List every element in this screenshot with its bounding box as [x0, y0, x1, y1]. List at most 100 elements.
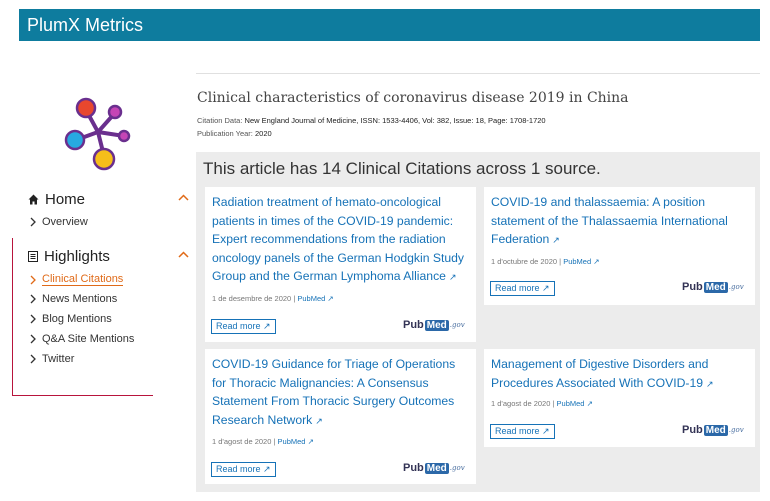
external-link-icon: ↗: [263, 321, 271, 331]
sidebar-item-clinical-citations[interactable]: Clinical Citations: [30, 273, 124, 286]
external-link-icon: ↗: [706, 378, 714, 389]
card-meta: 1 d'octubre de 2020 | PubMed ↗: [491, 257, 600, 266]
sidebar-section-home[interactable]: Home: [28, 191, 189, 208]
read-more-button[interactable]: Read more ↗: [490, 424, 555, 439]
pubmed-logo-gov: .gov: [449, 464, 465, 472]
card-title: COVID-19 and thalassaemia: A position st…: [491, 195, 728, 246]
highlights-icon: [28, 251, 38, 262]
sidebar-item-label: Clinical Citations: [42, 273, 124, 286]
pubmed-logo-med: Med: [424, 319, 449, 331]
chevron-right-icon: [30, 217, 36, 227]
card-date: 1 de desembre de 2020: [212, 294, 292, 303]
external-link-icon: ↗: [593, 257, 600, 266]
card-date: 1 d'agost de 2020: [491, 399, 551, 408]
pubmed-logo-med: Med: [703, 281, 728, 293]
citation-card: Management of Digestive Disorders and Pr…: [484, 349, 755, 447]
article-title: Clinical characteristics of coronavirus …: [197, 90, 629, 106]
panel-heading: This article has 14 Clinical Citations a…: [203, 159, 601, 178]
pubmed-logo-icon: Pub Med .gov: [682, 281, 744, 293]
pubmed-logo-gov: .gov: [728, 283, 744, 291]
pubyear-value: 2020: [254, 129, 272, 138]
chevron-right-icon: [30, 294, 36, 304]
chevron-right-icon: [30, 275, 36, 284]
chevron-right-icon: [30, 334, 36, 344]
citation-value: New England Journal of Medicine, ISSN: 1…: [244, 116, 546, 125]
card-title: Radiation treatment of hemato-oncologica…: [212, 195, 465, 283]
card-title-link[interactable]: COVID-19 Guidance for Triage of Operatio…: [212, 355, 470, 430]
top-bar: PlumX Metrics: [19, 9, 760, 41]
chevron-up-icon[interactable]: [178, 194, 189, 201]
card-title: Management of Digestive Disorders and Pr…: [491, 357, 709, 390]
sidebar-section-highlights[interactable]: Highlights: [28, 248, 189, 265]
card-title-link[interactable]: Radiation treatment of hemato-oncologica…: [212, 193, 470, 287]
chevron-right-icon: [30, 354, 36, 364]
card-source-link[interactable]: PubMed: [297, 294, 325, 303]
external-link-icon: ↗: [315, 415, 323, 426]
card-source-link[interactable]: PubMed: [557, 399, 585, 408]
card-source-link[interactable]: PubMed: [278, 437, 306, 446]
pubmed-logo-icon: Pub Med .gov: [682, 424, 744, 436]
external-link-icon: ↗: [542, 283, 550, 293]
sidebar-item-overview[interactable]: Overview: [30, 216, 88, 228]
sidebar-item-label: Q&A Site Mentions: [42, 333, 135, 345]
pubmed-logo-pub: Pub: [403, 462, 424, 474]
read-more-label: Read more: [495, 426, 540, 436]
sidebar-highlight-border-bottom: [12, 395, 153, 396]
citation-card: Radiation treatment of hemato-oncologica…: [205, 187, 476, 342]
chevron-up-icon[interactable]: [178, 251, 189, 258]
sidebar-item-label: Blog Mentions: [42, 313, 112, 325]
card-meta: 1 d'agost de 2020 | PubMed ↗: [212, 437, 314, 446]
sidebar-item-news-mentions[interactable]: News Mentions: [30, 293, 117, 305]
publication-year: Publication Year: 2020: [197, 129, 272, 138]
pubmed-logo-icon: Pub Med .gov: [403, 319, 465, 331]
external-link-icon: ↗: [542, 426, 550, 436]
read-more-button[interactable]: Read more ↗: [490, 281, 555, 296]
citation-label: Citation Data:: [197, 116, 243, 125]
sidebar-item-blog-mentions[interactable]: Blog Mentions: [30, 313, 112, 325]
sidebar-item-label: Overview: [42, 216, 88, 228]
external-link-icon: ↗: [307, 437, 314, 446]
sidebar-item-label: News Mentions: [42, 293, 118, 305]
pubmed-logo-icon: Pub Med .gov: [403, 462, 465, 474]
read-more-label: Read more: [495, 283, 540, 293]
external-link-icon: ↗: [448, 272, 457, 282]
external-link-icon: ↗: [327, 294, 334, 303]
pubmed-logo-gov: .gov: [449, 321, 465, 329]
pubyear-label: Publication Year:: [197, 129, 253, 138]
sidebar-section-label: Home: [45, 191, 86, 208]
pubmed-logo-med: Med: [424, 462, 449, 474]
pubmed-logo-pub: Pub: [682, 424, 703, 436]
read-more-label: Read more: [216, 321, 261, 331]
card-date: 1 d'octubre de 2020: [491, 257, 558, 266]
pubmed-logo-pub: Pub: [403, 319, 424, 331]
read-more-label: Read more: [216, 464, 261, 474]
external-link-icon: ↗: [586, 399, 593, 408]
sidebar-item-label: Twitter: [42, 353, 75, 365]
card-date: 1 d'agost de 2020: [212, 437, 272, 446]
home-icon: [28, 194, 39, 205]
sidebar-highlight-border: [12, 238, 13, 395]
pubmed-logo-pub: Pub: [682, 281, 703, 293]
header-divider: [196, 73, 760, 74]
sidebar-section-label: Highlights: [44, 248, 110, 265]
citation-card: COVID-19 and thalassaemia: A position st…: [484, 187, 755, 305]
card-title-link[interactable]: COVID-19 and thalassaemia: A position st…: [491, 193, 749, 250]
app-title: PlumX Metrics: [27, 15, 144, 35]
sidebar-item-qa-site-mentions[interactable]: Q&A Site Mentions: [30, 333, 134, 345]
sidebar-item-twitter[interactable]: Twitter: [30, 353, 74, 365]
read-more-button[interactable]: Read more ↗: [211, 319, 276, 334]
read-more-button[interactable]: Read more ↗: [211, 462, 276, 477]
plumx-logo-icon: [64, 97, 131, 171]
card-meta: 1 de desembre de 2020 | PubMed ↗: [212, 294, 334, 303]
chevron-right-icon: [30, 314, 36, 324]
card-title-link[interactable]: Management of Digestive Disorders and Pr…: [491, 355, 749, 393]
citation-data: Citation Data: New England Journal of Me…: [197, 116, 546, 125]
pubmed-logo-gov: .gov: [728, 426, 744, 434]
external-link-icon: ↗: [263, 464, 271, 474]
card-source-link[interactable]: PubMed: [563, 257, 591, 266]
card-title: COVID-19 Guidance for Triage of Operatio…: [212, 357, 456, 427]
pubmed-logo-med: Med: [703, 424, 728, 436]
external-link-icon: ↗: [552, 235, 560, 245]
card-meta: 1 d'agost de 2020 | PubMed ↗: [491, 399, 593, 408]
citation-card: COVID-19 Guidance for Triage of Operatio…: [205, 349, 476, 484]
